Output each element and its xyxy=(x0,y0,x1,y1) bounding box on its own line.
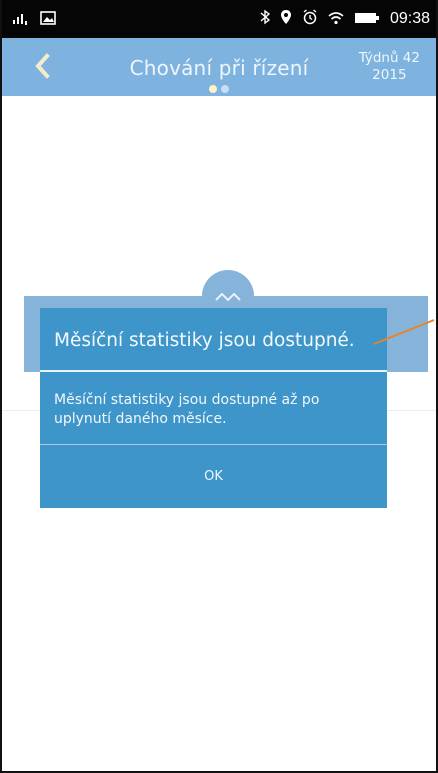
alarm-icon xyxy=(302,9,318,29)
status-bar: 09:38 xyxy=(2,0,436,38)
dialog-message: Měsíční statistiky jsou dostupné až po u… xyxy=(54,392,320,427)
info-dialog: Měsíční statistiky jsou dostupné. Měsíčn… xyxy=(40,308,387,508)
page-indicator xyxy=(209,85,229,93)
signal-icon xyxy=(12,10,32,29)
app-header: Chování při řízení Týdnů 42 2015 xyxy=(2,38,436,96)
dialog-title-divider xyxy=(40,370,387,372)
image-notification-icon xyxy=(40,10,56,29)
year-label: 2015 xyxy=(372,67,407,83)
page-dot[interactable] xyxy=(221,85,229,93)
ok-button[interactable]: OK xyxy=(40,445,387,508)
clock-time: 09:38 xyxy=(389,10,430,27)
dialog-title: Měsíční statistiky jsou dostupné. xyxy=(54,330,355,351)
week-selector[interactable]: Týdnů 42 2015 xyxy=(359,50,420,84)
wifi-icon xyxy=(328,10,344,29)
bluetooth-icon xyxy=(260,9,271,29)
battery-icon xyxy=(354,10,380,29)
week-label: Týdnů 42 xyxy=(358,50,420,66)
page-dot-active[interactable] xyxy=(209,85,217,93)
location-icon xyxy=(280,9,292,29)
phone-screen: 09:38 Chování při řízení Týdnů 42 2015 M… xyxy=(0,0,438,773)
